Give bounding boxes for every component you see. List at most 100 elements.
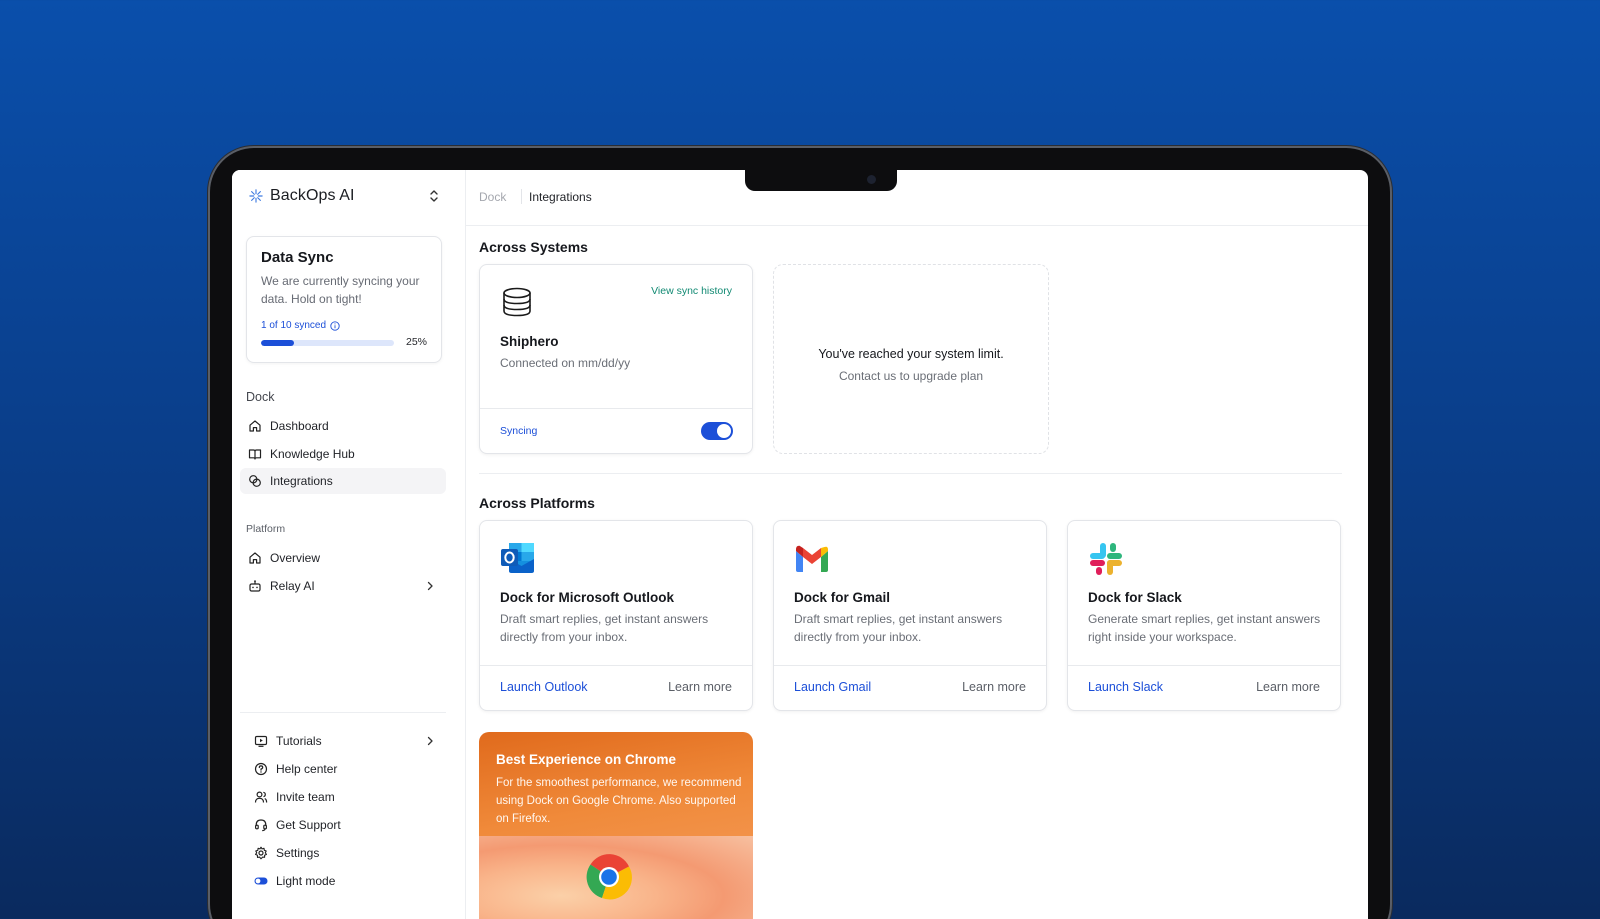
camera-icon	[867, 175, 876, 184]
sidebar-item-label: Settings	[276, 846, 320, 860]
gmail-icon	[796, 545, 828, 572]
shiphero-footer: Syncing	[480, 408, 752, 453]
breadcrumb-separator	[521, 189, 522, 204]
dock-heading: Dock	[246, 390, 275, 404]
sidebar-item-label: Integrations	[270, 474, 333, 488]
slack-learn-more-link[interactable]: Learn more	[1256, 680, 1320, 694]
sidebar-item-label: Light mode	[276, 874, 336, 888]
sidebar-item-relay-ai[interactable]: Relay AI	[240, 573, 446, 599]
shiphero-connected: Connected on mm/dd/yy	[500, 356, 631, 370]
sync-toggle[interactable]	[701, 422, 733, 440]
sidebar-item-knowledge-hub[interactable]: Knowledge Hub	[240, 441, 446, 467]
sidebar-item-label: Invite team	[276, 790, 335, 804]
outlook-card: Dock for Microsoft Outlook Draft smart r…	[479, 520, 753, 711]
sidebar-item-help-center[interactable]: Help center	[246, 756, 446, 782]
gmail-learn-more-link[interactable]: Learn more	[962, 680, 1026, 694]
slack-card: Dock for Slack Generate smart replies, g…	[1067, 520, 1341, 711]
slack-title: Dock for Slack	[1088, 590, 1182, 605]
slack-footer: Launch Slack Learn more	[1068, 665, 1340, 710]
sidebar-item-light-mode[interactable]: Light mode	[246, 868, 446, 894]
sidebar-item-label: Help center	[276, 762, 338, 776]
chevron-up-down-icon[interactable]	[428, 188, 440, 204]
shiphero-name: Shiphero	[500, 334, 559, 349]
camera-notch	[745, 170, 897, 191]
shiphero-card: View sync history Shiphero Connected on …	[479, 264, 753, 454]
gmail-title: Dock for Gmail	[794, 590, 891, 605]
platforms-section-title: Across Platforms	[479, 495, 595, 511]
sync-description: We are currently syncing your data. Hold…	[261, 274, 420, 306]
chrome-banner-description: For the smoothest performance, we recomm…	[496, 777, 742, 825]
launch-slack-button[interactable]: Launch Slack	[1088, 680, 1163, 694]
app-window: BackOps AI Data Sync We are currently sy…	[232, 170, 1368, 919]
sync-count-text: 1 of 10 synced	[261, 320, 327, 331]
launch-outlook-button[interactable]: Launch Outlook	[500, 680, 588, 694]
sidebar-item-label: Dashboard	[270, 419, 329, 433]
launch-gmail-button[interactable]: Launch Gmail	[794, 680, 871, 694]
top-bar: Dock Integrations	[466, 170, 1368, 226]
video-icon	[254, 735, 268, 747]
systems-section-title: Across Systems	[479, 239, 588, 255]
limit-title: You've reached your system limit.	[818, 347, 1004, 361]
sync-title: Data Sync	[261, 249, 334, 266]
chrome-icon	[586, 854, 632, 900]
sidebar-item-invite-team[interactable]: Invite team	[246, 784, 446, 810]
outlook-learn-more-link[interactable]: Learn more	[668, 680, 732, 694]
home-icon	[249, 552, 261, 564]
database-icon	[503, 287, 531, 317]
outlook-title: Dock for Microsoft Outlook	[500, 590, 675, 605]
slack-description: Generate smart replies, get instant answ…	[1088, 612, 1321, 644]
chrome-banner-title: Best Experience on Chrome	[496, 752, 677, 767]
outlook-icon	[501, 543, 534, 573]
toggle-icon	[254, 877, 268, 885]
sidebar-item-integrations[interactable]: Integrations	[240, 468, 446, 494]
breadcrumb-current: Integrations	[529, 190, 592, 204]
gmail-description: Draft smart replies, get instant answers…	[794, 612, 1003, 644]
home-icon	[249, 420, 261, 432]
sidebar-item-settings[interactable]: Settings	[246, 840, 446, 866]
breadcrumb-parent[interactable]: Dock	[479, 190, 506, 204]
system-limit-card: You've reached your system limit. Contac…	[773, 264, 1049, 454]
sidebar-item-label: Relay AI	[270, 579, 315, 593]
book-icon	[248, 449, 262, 460]
sync-status: Syncing	[500, 425, 538, 437]
brand[interactable]: BackOps AI	[249, 187, 355, 205]
sidebar-item-overview[interactable]: Overview	[240, 545, 446, 571]
sidebar-item-tutorials[interactable]: Tutorials	[246, 728, 446, 754]
view-sync-history-link[interactable]: View sync history	[651, 285, 732, 297]
data-sync-card: Data Sync We are currently syncing your …	[246, 236, 442, 363]
platform-heading: Platform	[246, 523, 286, 535]
sidebar-item-dashboard[interactable]: Dashboard	[240, 413, 446, 439]
gmail-footer: Launch Gmail Learn more	[774, 665, 1046, 710]
sync-percent: 25%	[406, 336, 428, 348]
chrome-banner: Best Experience on Chrome For the smooth…	[479, 732, 753, 919]
chevron-right-icon	[427, 581, 433, 591]
chevron-right-icon	[427, 736, 433, 746]
sidebar-item-label: Tutorials	[276, 734, 322, 748]
main-content: Dock Integrations Across Systems View sy…	[466, 170, 1368, 919]
sync-count: 1 of 10 synced	[261, 320, 340, 331]
users-icon	[254, 791, 268, 803]
outlook-footer: Launch Outlook Learn more	[480, 665, 752, 710]
sparkle-logo-icon	[249, 189, 263, 203]
app-name: BackOps AI	[270, 187, 355, 204]
sidebar-divider	[240, 712, 446, 713]
section-divider	[479, 473, 1342, 474]
outlook-description: Draft smart replies, get instant answers…	[500, 612, 709, 644]
gear-icon	[254, 846, 268, 860]
gmail-card: Dock for Gmail Draft smart replies, get …	[773, 520, 1047, 711]
sidebar-item-get-support[interactable]: Get Support	[246, 812, 446, 838]
sync-progress-fill	[261, 340, 295, 346]
sidebar: BackOps AI Data Sync We are currently sy…	[232, 170, 466, 919]
sidebar-item-label: Get Support	[276, 818, 341, 832]
link-icon	[249, 475, 261, 487]
laptop-frame: BackOps AI Data Sync We are currently sy…	[210, 148, 1390, 919]
info-icon[interactable]	[330, 320, 340, 331]
sidebar-item-label: Knowledge Hub	[270, 447, 355, 461]
slack-icon	[1090, 543, 1122, 575]
sidebar-item-label: Overview	[270, 551, 321, 565]
bot-icon	[249, 580, 261, 592]
sync-progress-bar	[261, 340, 394, 346]
help-icon	[254, 762, 268, 776]
headset-icon	[255, 819, 268, 832]
upgrade-plan-link[interactable]: Contact us to upgrade plan	[774, 369, 1048, 383]
